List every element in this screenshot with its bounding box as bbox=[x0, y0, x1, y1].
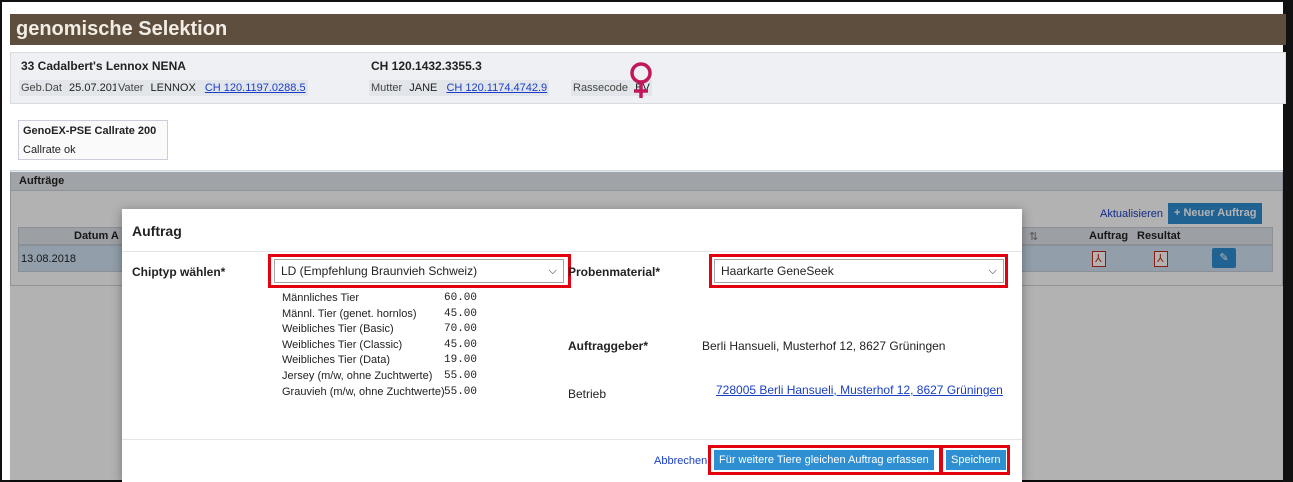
price-item-name: Grauvieh (m/w, ohne Zuchtwerte) bbox=[282, 385, 445, 398]
price-row: Weibliches Tier (Classic) 45.00 bbox=[282, 339, 482, 355]
genotype-status: Callrate ok bbox=[23, 144, 76, 156]
father-field: Vater LENNOX CH 120.1197.0288.5 bbox=[116, 80, 308, 96]
mother-id-link[interactable]: CH 120.1174.4742.9 bbox=[446, 82, 547, 94]
price-item-name: Weibliches Tier (Classic) bbox=[282, 338, 403, 351]
sample-material-label: Probenmaterial* bbox=[568, 265, 661, 279]
price-item-value: 60.00 bbox=[444, 292, 478, 304]
farm-link[interactable]: 728005 Berli Hansueli, Musterhof 12, 862… bbox=[716, 383, 1003, 397]
breed-label: Rassecode bbox=[573, 82, 629, 94]
genotype-title: GenoEX-PSE Callrate 200 bbox=[23, 125, 157, 137]
page-title: genomische Selektion bbox=[16, 18, 228, 40]
page-header: genomische Selektion bbox=[10, 14, 1286, 45]
price-row: Männl. Tier (genet. hornlos) 45.00 bbox=[282, 308, 482, 324]
highlight-sample-material bbox=[709, 254, 1008, 288]
dialog-title: Auftrag bbox=[132, 223, 182, 239]
father-label: Vater bbox=[118, 82, 144, 94]
mother-label: Mutter bbox=[371, 82, 403, 94]
birth-date-label: Geb.Dat bbox=[21, 82, 62, 94]
animal-id: CH 120.1432.3355.3 bbox=[371, 59, 482, 73]
price-item-name: Männliches Tier bbox=[282, 292, 360, 304]
price-item-name: Männl. Tier (genet. hornlos) bbox=[282, 307, 417, 320]
animal-info-panel: 33 Cadalbert's Lennox NENA CH 120.1432.3… bbox=[10, 52, 1286, 104]
mother-name: JANE bbox=[409, 82, 438, 94]
price-item-value: 19.00 bbox=[444, 354, 478, 367]
price-row: Männliches Tier 60.00 bbox=[282, 292, 482, 308]
price-list: Männliches Tier 60.00 Männl. Tier (genet. … bbox=[282, 292, 482, 401]
client-label: Auftraggeber* bbox=[568, 339, 649, 353]
price-row: Grauvieh (m/w, ohne Zuchtwerte) 55.00 bbox=[282, 386, 482, 402]
price-item-value: 55.00 bbox=[444, 369, 478, 382]
highlight-repeat-button bbox=[708, 445, 942, 475]
price-item-name: Jersey (m/w, ohne Zuchtwerte) bbox=[282, 369, 433, 382]
price-row: Weibliches Tier (Basic) 70.00 bbox=[282, 323, 482, 339]
dialog-footer-divider bbox=[122, 439, 1022, 440]
order-dialog: Auftrag Chiptyp wählen* LD (Empfehlung B… bbox=[122, 209, 1022, 482]
price-item-value: 45.00 bbox=[444, 338, 478, 351]
client-value: Berli Hansueli, Musterhof 12, 8627 Grüni… bbox=[702, 339, 946, 353]
dialog-header-divider bbox=[122, 251, 1022, 252]
highlight-chip-type bbox=[268, 254, 571, 288]
cancel-link[interactable]: Abbrechen bbox=[654, 455, 707, 467]
animal-name: 33 Cadalbert's Lennox NENA bbox=[21, 59, 186, 73]
father-id-link[interactable]: CH 120.1197.0288.5 bbox=[205, 82, 306, 94]
genotype-panel: GenoEX-PSE Callrate 200 Callrate ok bbox=[18, 120, 168, 160]
female-sex-icon bbox=[630, 62, 652, 98]
price-row: Weibliches Tier (Data) 19.00 bbox=[282, 354, 482, 370]
farm-label: Betrieb bbox=[568, 387, 607, 401]
mother-field: Mutter JANE CH 120.1174.4742.9 bbox=[369, 80, 550, 96]
price-item-value: 45.00 bbox=[444, 307, 478, 320]
father-name: LENNOX bbox=[150, 82, 196, 94]
price-item-value: 55.00 bbox=[444, 385, 478, 398]
highlight-save-button bbox=[940, 445, 1010, 475]
price-item-name: Weibliches Tier (Data) bbox=[282, 354, 390, 367]
price-item-name: Weibliches Tier (Basic) bbox=[282, 323, 394, 336]
chip-type-label: Chiptyp wählen* bbox=[132, 265, 226, 279]
birth-date-field: Geb.Dat 25.07.2018 bbox=[19, 80, 127, 96]
price-row: Jersey (m/w, ohne Zuchtwerte) 55.00 bbox=[282, 370, 482, 386]
price-item-value: 70.00 bbox=[444, 323, 478, 336]
